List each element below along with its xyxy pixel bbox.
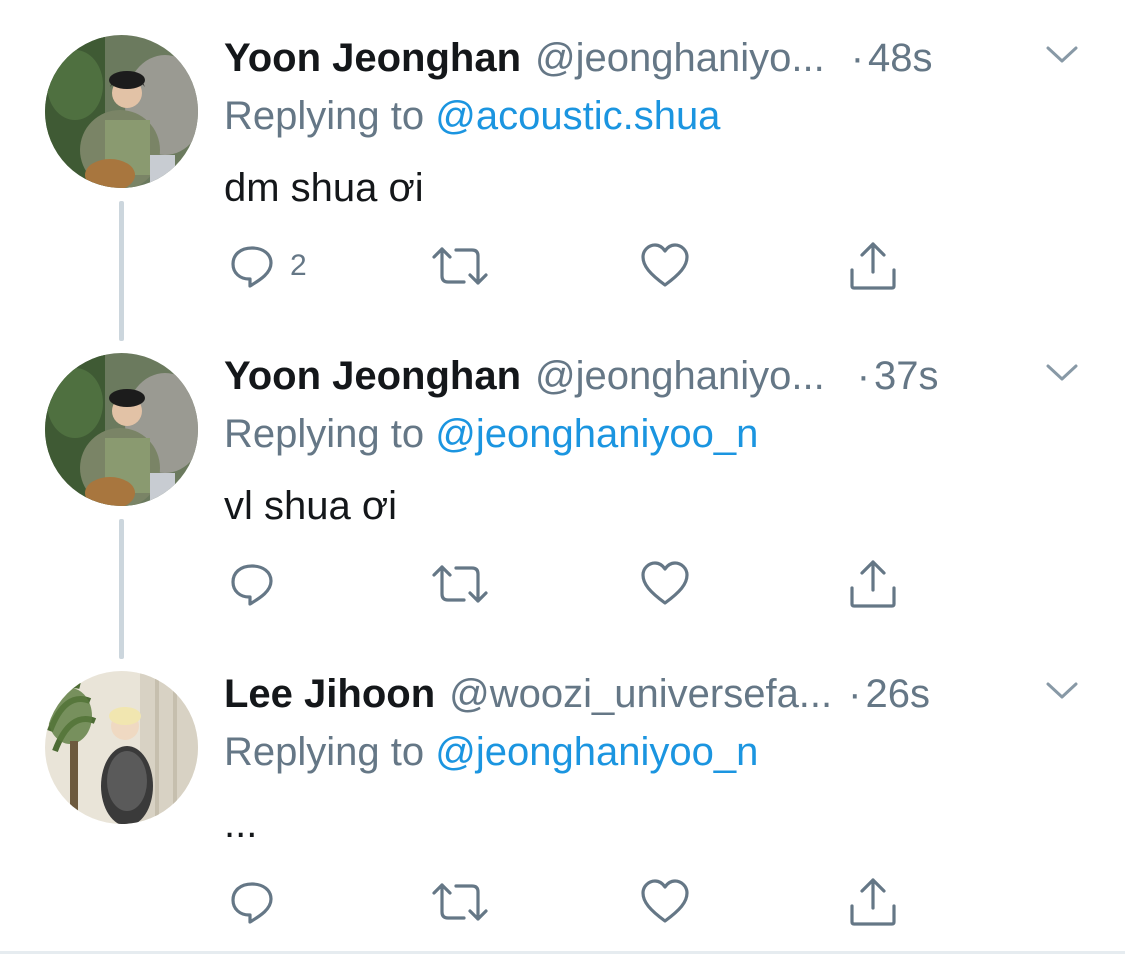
chevron-down-icon[interactable] [1045, 362, 1079, 384]
retweet-button[interactable] [430, 558, 490, 610]
jeonghan-avatar-image [45, 353, 198, 506]
avatar[interactable] [45, 353, 198, 506]
reply-mention-link[interactable]: @jeonghaniyoo_n [435, 730, 758, 774]
tweet[interactable]: Lee Jihoon @woozi_universefa... · 26s Re… [0, 636, 1125, 954]
tweet-text: ... [224, 802, 258, 846]
like-button[interactable] [640, 240, 690, 292]
chevron-down-icon[interactable] [1045, 44, 1079, 66]
tweet-text: vl shua ơi [224, 484, 397, 528]
heart-icon [641, 879, 689, 923]
like-button[interactable] [640, 558, 690, 610]
share-icon [850, 560, 896, 608]
reply-mention-link[interactable]: @jeonghaniyoo_n [435, 412, 758, 456]
display-name[interactable]: Lee Jihoon [224, 672, 435, 717]
retweet-button[interactable] [430, 876, 490, 928]
retweet-icon [432, 247, 488, 285]
share-button[interactable] [848, 558, 898, 610]
heart-icon [641, 561, 689, 605]
timestamp[interactable]: 26s [865, 672, 930, 717]
display-name[interactable]: Yoon Jeonghan [224, 36, 521, 81]
replying-prefix: Replying to [224, 94, 436, 138]
replying-prefix: Replying to [224, 412, 436, 456]
tweet-actions: 2 [224, 240, 924, 292]
separator-dot: · [856, 354, 871, 398]
user-handle[interactable]: @jeonghaniyo... [535, 354, 825, 399]
separator-dot: · [848, 672, 862, 716]
reply-icon [231, 564, 273, 606]
tweet[interactable]: Yoon Jeonghan @jeonghaniyo... · 37s Repl… [0, 318, 1125, 636]
share-icon [850, 878, 896, 926]
user-handle[interactable]: @jeonghaniyo... [535, 36, 825, 81]
tweet-actions [224, 558, 924, 610]
reply-button[interactable]: 2 [228, 240, 307, 292]
reply-count: 2 [290, 249, 307, 282]
reply-mention-link[interactable]: @acoustic.shua [435, 94, 720, 138]
retweet-button[interactable] [430, 240, 490, 292]
reply-button[interactable] [228, 558, 290, 610]
tweet[interactable]: Yoon Jeonghan @jeonghaniyo... · 48s Repl… [0, 0, 1125, 318]
replying-prefix: Replying to [224, 730, 436, 774]
replying-to: Replying to @jeonghaniyoo_n [224, 730, 758, 775]
separator-dot: · [850, 36, 865, 80]
avatar[interactable] [45, 35, 198, 188]
retweet-icon [432, 883, 488, 921]
share-icon [850, 242, 896, 290]
like-button[interactable] [640, 876, 690, 928]
replying-to: Replying to @acoustic.shua [224, 94, 720, 139]
timestamp[interactable]: 37s [874, 354, 939, 399]
jeonghan-avatar-image [45, 35, 198, 188]
tweet-actions [224, 876, 924, 928]
chevron-down-icon[interactable] [1045, 680, 1079, 702]
share-button[interactable] [848, 876, 898, 928]
avatar[interactable] [45, 671, 198, 824]
display-name[interactable]: Yoon Jeonghan [224, 354, 521, 399]
share-button[interactable] [848, 240, 898, 292]
tweet-header: Yoon Jeonghan @jeonghaniyo... · 48s [224, 36, 1024, 82]
tweet-text: dm shua ơi [224, 166, 424, 210]
tweet-header: Yoon Jeonghan @jeonghaniyo... · 37s [224, 354, 1024, 400]
heart-icon [641, 243, 689, 287]
jihoon-avatar-image [45, 671, 198, 824]
timestamp[interactable]: 48s [868, 36, 933, 81]
replying-to: Replying to @jeonghaniyoo_n [224, 412, 758, 457]
reply-icon [231, 882, 273, 924]
reply-button[interactable] [228, 876, 290, 928]
reply-icon [231, 246, 273, 288]
retweet-icon [432, 565, 488, 603]
tweet-header: Lee Jihoon @woozi_universefa... · 26s [224, 672, 1024, 718]
user-handle[interactable]: @woozi_universefa... [449, 672, 832, 717]
